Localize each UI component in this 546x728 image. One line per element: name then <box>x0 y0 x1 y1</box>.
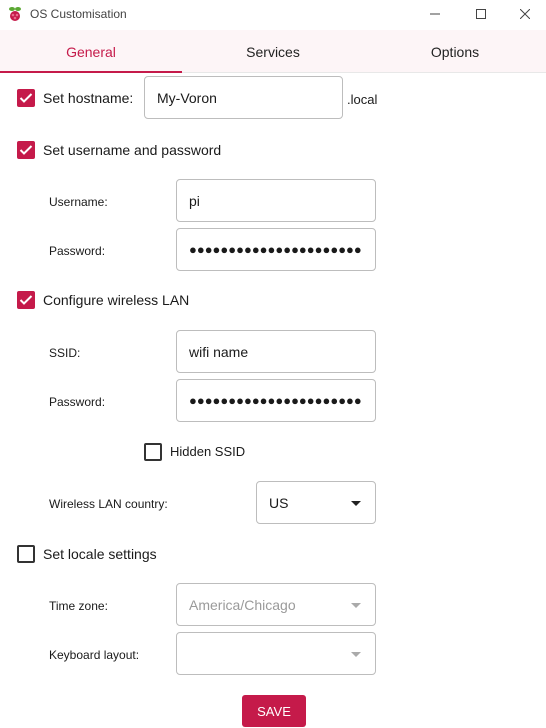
timezone-value: America/Chicago <box>189 596 296 613</box>
keyboard-layout-label: Keyboard layout: <box>49 648 140 662</box>
wlan-password-label: Password: <box>49 395 106 409</box>
user-checkbox[interactable] <box>17 141 35 159</box>
hidden-ssid-label: Hidden SSID <box>170 444 246 459</box>
hostname-checkbox[interactable] <box>17 89 35 107</box>
tab-options[interactable]: Options <box>364 30 546 73</box>
ssid-label: SSID: <box>49 346 81 360</box>
username-input[interactable]: pi <box>176 179 376 222</box>
hostname-label: Set hostname: <box>43 90 134 106</box>
wlan-checkbox[interactable] <box>17 291 35 309</box>
timezone-label: Time zone: <box>49 599 108 613</box>
timezone-select[interactable]: America/Chicago <box>176 583 376 626</box>
chevron-down-icon <box>351 500 361 506</box>
wlan-country-value: US <box>269 494 289 511</box>
maximize-button[interactable] <box>458 0 504 28</box>
wlan-country-select[interactable]: US <box>256 481 376 524</box>
close-button[interactable] <box>502 0 546 28</box>
minimize-icon <box>430 13 440 15</box>
locale-section-label: Set locale settings <box>43 546 157 562</box>
hidden-ssid-checkbox[interactable] <box>144 443 162 461</box>
wlan-country-label: Wireless LAN country: <box>49 497 168 511</box>
title-bar: OS Customisation <box>0 0 546 28</box>
tab-bar: General Services Options <box>0 30 546 73</box>
chevron-down-icon <box>351 651 361 657</box>
user-section-label: Set username and password <box>43 142 222 158</box>
username-label: Username: <box>49 195 108 209</box>
checkmark-icon <box>19 93 33 103</box>
user-password-input[interactable]: ●●●●●●●●●●●●●●●●●●●●●● <box>176 228 376 271</box>
window-title: OS Customisation <box>30 7 127 21</box>
active-tab-indicator <box>0 71 182 73</box>
raspberry-pi-icon <box>9 7 21 21</box>
keyboard-layout-select[interactable] <box>176 632 376 675</box>
ssid-input[interactable]: wifi name <box>176 330 376 373</box>
maximize-icon <box>476 9 486 19</box>
hostname-input[interactable]: My-Voron <box>144 76 343 119</box>
user-password-label: Password: <box>49 244 106 258</box>
close-icon <box>520 9 530 19</box>
checkmark-icon <box>19 295 33 305</box>
locale-checkbox[interactable] <box>17 545 35 563</box>
checkmark-icon <box>19 145 33 155</box>
hostname-suffix: .local <box>347 92 378 107</box>
chevron-down-icon <box>351 602 361 608</box>
save-button[interactable]: SAVE <box>242 695 306 727</box>
wlan-password-input[interactable]: ●●●●●●●●●●●●●●●●●●●●●● <box>176 379 376 422</box>
wlan-section-label: Configure wireless LAN <box>43 292 190 308</box>
tab-general[interactable]: General <box>0 30 182 73</box>
minimize-button[interactable] <box>412 0 458 28</box>
tab-services[interactable]: Services <box>182 30 364 73</box>
